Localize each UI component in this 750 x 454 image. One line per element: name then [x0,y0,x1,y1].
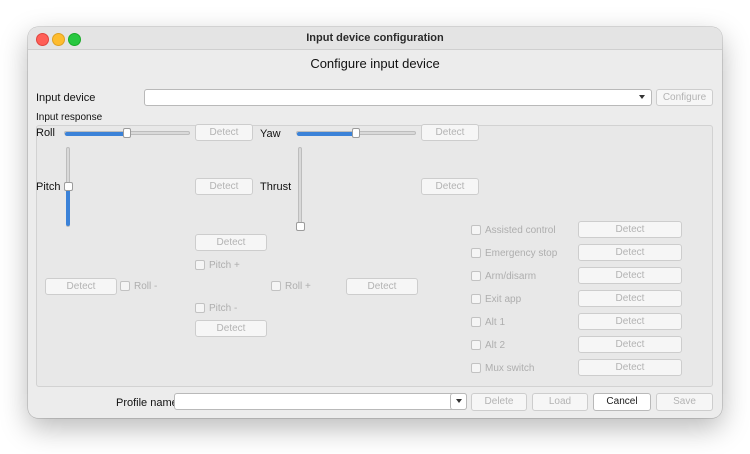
pitch-label: Pitch [36,181,61,193]
alt-2-detect-button[interactable]: Detect [578,336,682,353]
exit-app-detect-button[interactable]: Detect [578,290,682,307]
roll-minus-checkbox[interactable] [120,281,130,291]
yaw-slider-fill [297,132,357,136]
roll-slider-handle[interactable] [123,128,131,138]
input-device-select[interactable] [144,89,652,106]
pitch-plus-checkbox[interactable] [195,260,205,270]
yaw-slider-handle[interactable] [352,128,360,138]
dropdown-arrow-icon [456,399,462,403]
alt-1-detect-button[interactable]: Detect [578,313,682,330]
pitch-slider-handle[interactable] [64,182,73,191]
pitch-minus-detect-button[interactable]: Detect [195,320,267,337]
pitch-plus-detect-button[interactable]: Detect [195,234,267,251]
profile-dropdown-button[interactable] [450,393,467,410]
action-checkbox[interactable] [471,363,481,373]
thrust-detect-button[interactable]: Detect [421,178,479,195]
load-button[interactable]: Load [532,393,588,411]
roll-plus-label: Roll + [285,281,311,292]
action-label-alt-1: Alt 1 [485,317,506,328]
profile-name-label: Profile name [116,397,178,409]
dropdown-arrow-icon [639,95,645,99]
thrust-slider-handle[interactable] [296,222,305,231]
roll-minus-detect-button[interactable]: Detect [45,278,117,295]
pitch-minus-checkbox[interactable] [195,303,205,313]
configure-button[interactable]: Configure [656,89,713,106]
roll-plus-detect-button[interactable]: Detect [346,278,418,295]
profile-name-input[interactable] [174,393,467,410]
roll-slider-fill [65,132,128,136]
delete-button[interactable]: Delete [471,393,527,411]
thrust-slider[interactable] [298,147,302,227]
window-title: Input device configuration [306,32,444,44]
action-label-emergency-stop: Emergency stop [485,248,558,259]
input-response-label: Input response [36,112,103,123]
assisted-control-detect-button[interactable]: Detect [578,221,682,238]
action-label-assisted-control: Assisted control [485,225,556,236]
config-window: Input device configuration Configure inp… [28,27,722,418]
input-device-label: Input device [36,92,96,104]
pitch-slider-fill [66,186,70,226]
yaw-label: Yaw [260,128,281,140]
pitch-plus-label: Pitch + [209,260,240,271]
action-checkbox[interactable] [471,225,481,235]
thrust-label: Thrust [260,181,292,193]
roll-minus-label: Roll - [134,281,158,292]
mux-switch-detect-button[interactable]: Detect [578,359,682,376]
action-checkbox[interactable] [471,294,481,304]
action-label-exit-app: Exit app [485,294,522,305]
emergency-stop-detect-button[interactable]: Detect [578,244,682,261]
action-checkbox[interactable] [471,317,481,327]
save-button[interactable]: Save [656,393,713,411]
action-label-arm-disarm: Arm/disarm [485,271,537,282]
roll-detect-button[interactable]: Detect [195,124,253,141]
action-label-mux-switch: Mux switch [485,363,535,374]
action-checkbox[interactable] [471,271,481,281]
pitch-detect-button[interactable]: Detect [195,178,253,195]
action-label-alt-2: Alt 2 [485,340,506,351]
roll-label: Roll [36,127,55,139]
pitch-minus-label: Pitch - [209,303,238,314]
dialog-heading: Configure input device [310,56,440,71]
action-checkbox[interactable] [471,340,481,350]
action-checkbox[interactable] [471,248,481,258]
arm-disarm-detect-button[interactable]: Detect [578,267,682,284]
cancel-button[interactable]: Cancel [593,393,651,411]
title-bar: Input device configuration [28,27,722,50]
roll-plus-checkbox[interactable] [271,281,281,291]
yaw-detect-button[interactable]: Detect [421,124,479,141]
